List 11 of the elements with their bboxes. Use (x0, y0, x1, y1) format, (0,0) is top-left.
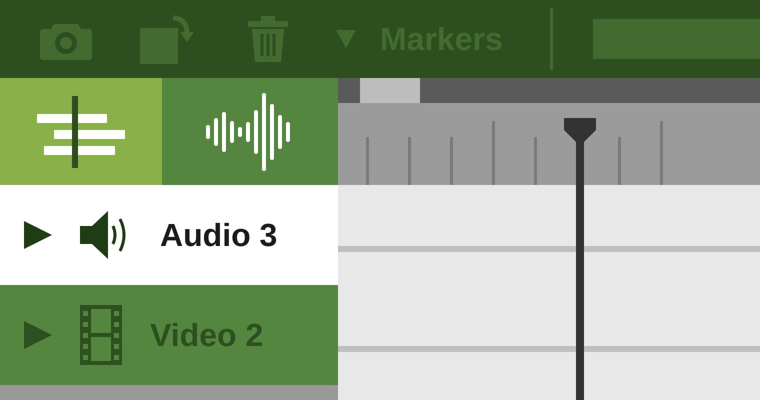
caret-icon (336, 30, 356, 48)
tab[interactable] (0, 78, 162, 185)
film-icon (80, 305, 122, 365)
input-field[interactable] (593, 19, 760, 59)
track-name: Audio 3 (160, 216, 278, 255)
expand-arrow-icon[interactable] (24, 221, 52, 249)
playhead[interactable] (564, 118, 596, 400)
trim-icon (37, 96, 125, 168)
scroll-thumb[interactable] (360, 78, 420, 103)
tab[interactable] (162, 78, 338, 185)
trash-icon[interactable] (248, 16, 288, 62)
